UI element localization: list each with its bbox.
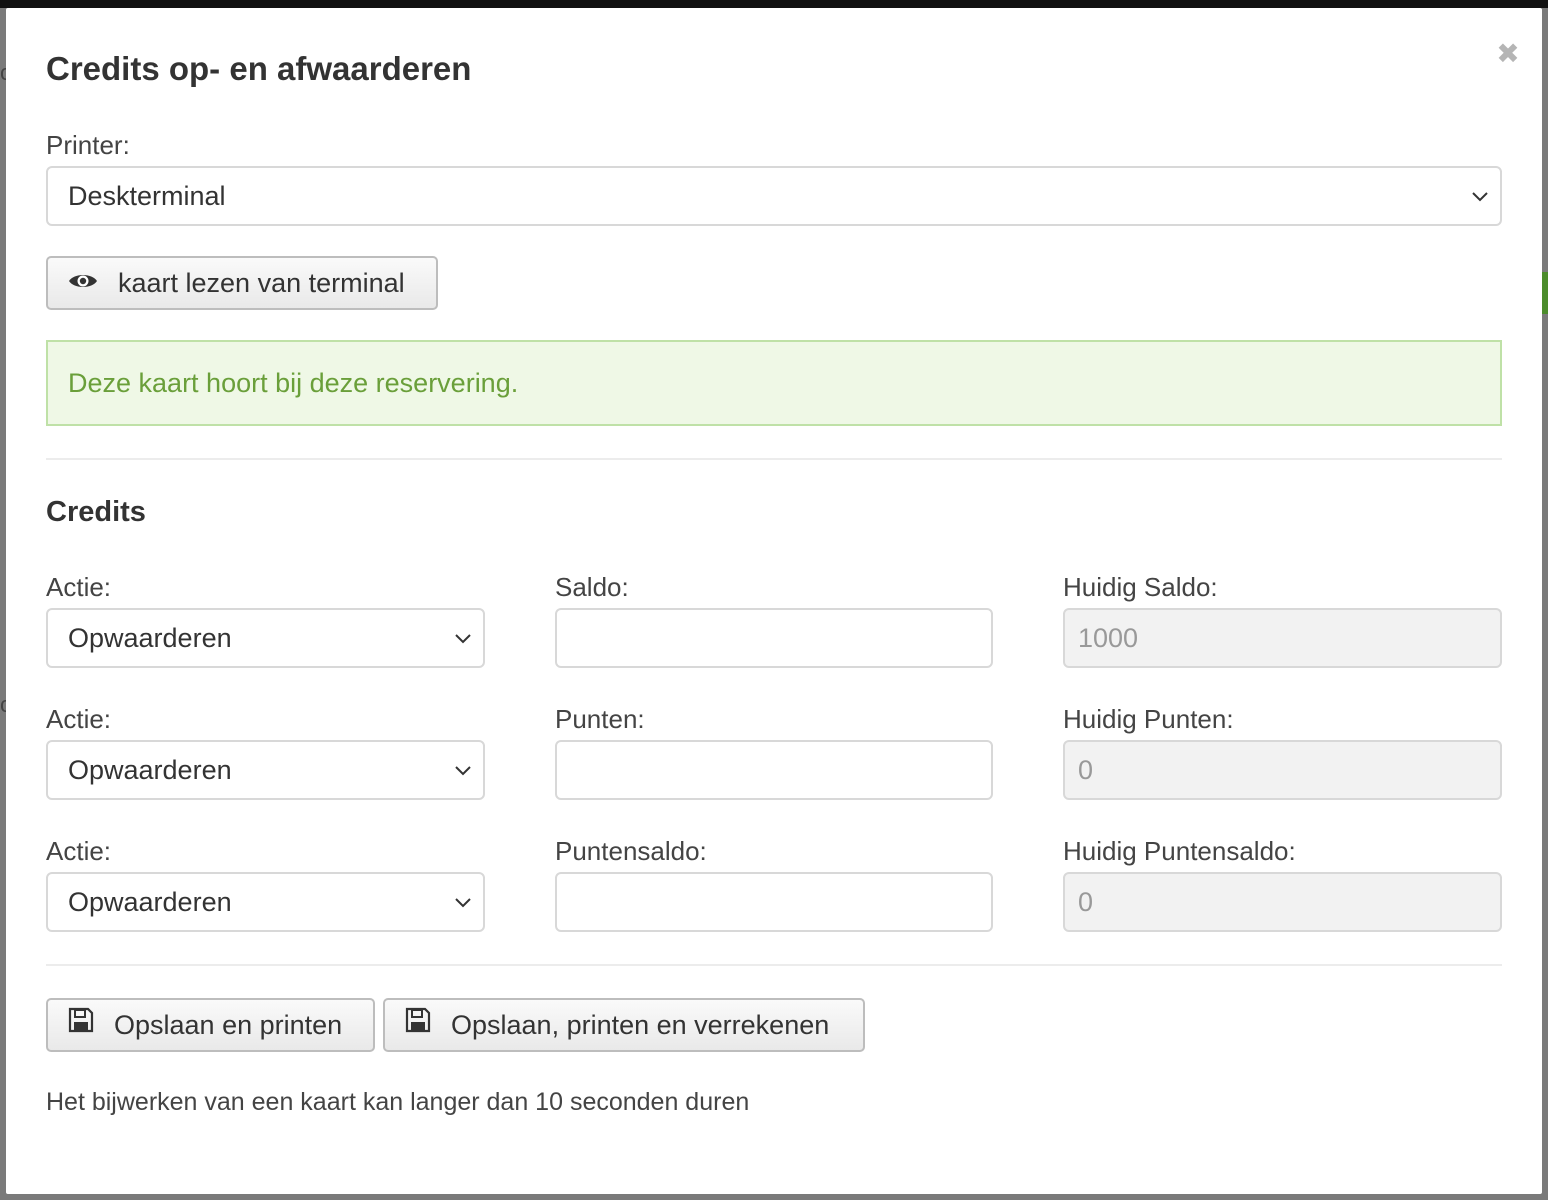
credits-modal: ✖ Credits op- en afwaarderen Printer: De… bbox=[6, 8, 1542, 1194]
background-top-bar bbox=[0, 0, 1548, 8]
action-label: Actie: bbox=[46, 704, 112, 734]
punten-input[interactable] bbox=[555, 740, 993, 800]
divider bbox=[46, 458, 1502, 460]
read-card-button[interactable]: kaart lezen van terminal bbox=[46, 256, 438, 310]
action-select-value: Opwaarderen bbox=[68, 755, 232, 785]
chevron-down-icon bbox=[455, 766, 471, 776]
action-select-puntensaldo[interactable]: Opwaarderen bbox=[46, 872, 485, 932]
puntensaldo-label: Puntensaldo: bbox=[555, 836, 707, 866]
credits-heading: Credits bbox=[46, 496, 146, 528]
save-print-settle-button[interactable]: Opslaan, printen en verrekenen bbox=[383, 998, 865, 1052]
divider bbox=[46, 964, 1502, 966]
chevron-down-icon bbox=[455, 898, 471, 908]
save-print-button-label: Opslaan en printen bbox=[114, 1010, 343, 1040]
printer-select-value: Deskterminal bbox=[68, 181, 226, 211]
save-print-settle-button-label: Opslaan, printen en verrekenen bbox=[451, 1010, 830, 1040]
close-icon[interactable]: ✖ bbox=[1494, 38, 1522, 70]
action-select-value: Opwaarderen bbox=[68, 887, 232, 917]
current-puntensaldo-field: 0 bbox=[1063, 872, 1502, 932]
read-card-button-label: kaart lezen van terminal bbox=[118, 268, 405, 298]
current-saldo-label: Huidig Saldo: bbox=[1063, 572, 1218, 602]
current-saldo-field: 1000 bbox=[1063, 608, 1502, 668]
update-duration-note: Het bijwerken van een kaart kan langer d… bbox=[46, 1088, 750, 1116]
puntensaldo-input[interactable] bbox=[555, 872, 993, 932]
saldo-label: Saldo: bbox=[555, 572, 629, 602]
action-select-punten[interactable]: Opwaarderen bbox=[46, 740, 485, 800]
floppy-icon bbox=[68, 999, 94, 1049]
chevron-down-icon bbox=[455, 634, 471, 644]
modal-title: Credits op- en afwaarderen bbox=[46, 50, 472, 87]
saldo-input[interactable] bbox=[555, 608, 993, 668]
current-punten-field: 0 bbox=[1063, 740, 1502, 800]
save-print-button[interactable]: Opslaan en printen bbox=[46, 998, 375, 1052]
eye-icon bbox=[68, 257, 98, 307]
current-puntensaldo-label: Huidig Puntensaldo: bbox=[1063, 836, 1296, 866]
chevron-down-icon bbox=[1472, 192, 1488, 202]
punten-label: Punten: bbox=[555, 704, 645, 734]
printer-label: Printer: bbox=[46, 130, 130, 160]
action-label: Actie: bbox=[46, 572, 112, 602]
printer-select[interactable]: Deskterminal bbox=[46, 166, 1502, 226]
action-select-saldo[interactable]: Opwaarderen bbox=[46, 608, 485, 668]
success-alert: Deze kaart hoort bij deze reservering. bbox=[46, 340, 1502, 426]
action-label: Actie: bbox=[46, 836, 112, 866]
current-punten-label: Huidig Punten: bbox=[1063, 704, 1234, 734]
floppy-icon bbox=[405, 999, 431, 1049]
action-select-value: Opwaarderen bbox=[68, 623, 232, 653]
